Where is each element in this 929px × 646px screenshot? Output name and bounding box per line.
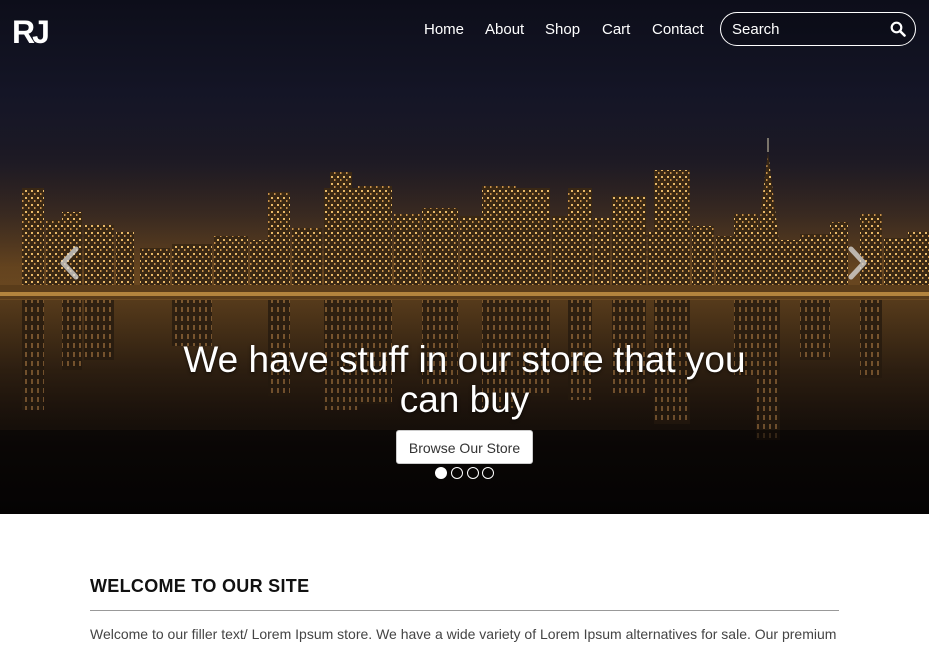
nav-link-home[interactable]: Home [424, 20, 464, 40]
chevron-left-icon[interactable] [57, 246, 81, 280]
svg-text:RJ: RJ [12, 14, 48, 48]
nav-link-shop[interactable]: Shop [545, 20, 580, 40]
carousel-indicators [435, 467, 497, 479]
hero-carousel: RJ Home About Shop Cart Contact We have … [0, 0, 929, 514]
search-box [720, 12, 916, 46]
search-input[interactable] [732, 20, 882, 38]
welcome-divider [90, 610, 839, 611]
browse-store-button[interactable]: Browse Our Store [396, 430, 533, 464]
welcome-text: Welcome to our filler text/ Lorem Ipsum … [90, 626, 837, 642]
carousel-indicator-2[interactable] [451, 467, 463, 479]
nav-link-about[interactable]: About [485, 20, 524, 40]
carousel-indicator-3[interactable] [467, 467, 479, 479]
carousel-indicator-1[interactable] [435, 467, 447, 479]
hero-headline: We have stuff in our store that you can … [183, 339, 746, 420]
rj-logo[interactable]: RJ [12, 12, 48, 48]
carousel-indicator-4[interactable] [482, 467, 494, 479]
search-icon[interactable] [890, 21, 906, 37]
chevron-right-icon[interactable] [846, 246, 870, 280]
nav-link-contact[interactable]: Contact [652, 20, 704, 40]
welcome-title: WELCOME TO OUR SITE [90, 576, 310, 596]
nav-link-cart[interactable]: Cart [602, 20, 630, 40]
